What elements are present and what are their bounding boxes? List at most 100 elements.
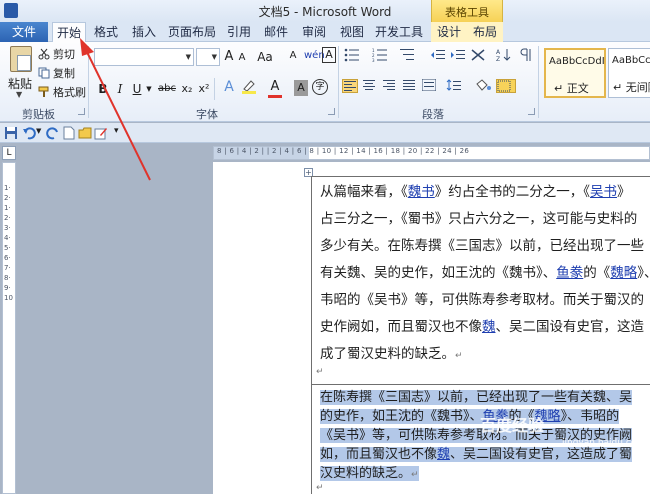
format-painter-button[interactable]: 格式刷 <box>38 84 86 100</box>
table-tools-context-group: 表格工具 <box>431 0 503 22</box>
hyperlink[interactable]: 魏 <box>482 319 496 335</box>
align-left-button[interactable] <box>342 79 358 93</box>
text-line[interactable]: 占三分之一，《蜀书》只占六分之一，这可能与史料的 <box>320 206 650 233</box>
tab-selector-icon[interactable]: L <box>2 146 16 160</box>
tab-home[interactable]: 开始 <box>52 22 86 43</box>
tab-mailings[interactable]: 邮件 <box>260 22 292 42</box>
underline-dropdown-icon[interactable]: ▼ <box>144 80 154 98</box>
clipboard-launcher-icon[interactable] <box>78 108 85 115</box>
borders-button[interactable] <box>496 79 516 93</box>
chinese-layout-icon <box>471 49 485 61</box>
watermark-url: jingyan.baidu.com <box>562 438 646 448</box>
font-launcher-icon[interactable] <box>328 108 335 115</box>
paste-dropdown-icon[interactable]: ▼ <box>16 90 22 99</box>
redo-icon[interactable] <box>46 126 60 140</box>
horizontal-ruler[interactable]: 8 | 6 | 4 | 2 | | 2 | 4 | 6 | 8 | 10 | 1… <box>213 146 650 160</box>
bold-button[interactable]: B <box>96 80 110 98</box>
quick-access-toolbar: ▼ ▾ <box>0 123 650 143</box>
tab-file[interactable]: 文件 <box>0 22 48 42</box>
hyperlink[interactable]: 魏略 <box>610 265 637 281</box>
underline-button[interactable]: U <box>130 80 144 98</box>
tab-references[interactable]: 引用 <box>223 22 255 42</box>
style-normal[interactable]: AaBbCcDdI ↵ 正文 <box>544 48 606 98</box>
paragraph-launcher-icon[interactable] <box>528 108 535 115</box>
justify-button[interactable] <box>402 79 418 93</box>
tab-review[interactable]: 审阅 <box>297 22 331 42</box>
customize-qat-icon[interactable]: ▾ <box>114 126 119 136</box>
text-line[interactable]: 韦昭的《吴书》等，可供陈寿参考取材。而关于蜀汉的 <box>320 287 650 314</box>
edit-icon[interactable] <box>94 126 108 140</box>
chinese-layout-button[interactable] <box>470 48 486 62</box>
text-line[interactable]: 史作阙如，而且蜀汉也不像魏、吴二国设有史官，这造 <box>320 314 650 341</box>
text-run: 占三分之一，《蜀书》只占六分之一，这可能与史料的 <box>320 211 638 227</box>
text-run: 在陈寿撰《三国志》以前，已经出现了一些有关魏、吴 <box>320 390 633 405</box>
style-no-spacing[interactable]: AaBbCcDd ↵ 无间隔 <box>608 48 650 98</box>
shading-button[interactable] <box>474 79 491 93</box>
align-right-button[interactable] <box>382 79 398 93</box>
text-line[interactable]: 汉史料的缺乏。↵ <box>320 464 650 485</box>
phonetic-guide-icon[interactable]: wén <box>304 47 325 65</box>
cell-paragraph-selected[interactable]: 在陈寿撰《三国志》以前，已经出现了一些有关魏、吴 的史作，如王沈的《魏书》、鱼豢的… <box>320 388 650 485</box>
text-line[interactable]: 有关魏、吴的史作，如王沈的《魏书》、鱼豢的《魏略》、 <box>320 260 650 287</box>
paragraph-mark: ↵ <box>316 483 324 493</box>
copy-button[interactable]: 复制 <box>38 65 75 81</box>
font-name-combo[interactable]: ▼ <box>94 48 194 66</box>
tab-insert[interactable]: 插入 <box>127 22 161 42</box>
table-cell[interactable]: 从篇幅来看，《魏书》约占全书的二分之一，《吴书》占三分之一，《蜀书》只占六分之一… <box>311 176 650 384</box>
hyperlink[interactable]: 魏 <box>437 447 450 462</box>
cut-button[interactable]: 剪切 <box>38 46 75 62</box>
paste-icon[interactable] <box>10 46 32 72</box>
tab-page-layout[interactable]: 页面布局 <box>166 22 218 42</box>
sort-button[interactable]: AZ <box>496 48 512 63</box>
text-effects-button[interactable]: A <box>220 78 238 96</box>
distributed-button[interactable] <box>421 78 438 93</box>
selection-highlight: 的史作，如王沈的《魏书》、鱼豢的《魏略》、韦昭的 <box>320 409 620 424</box>
text-line[interactable]: 从篇幅来看，《魏书》约占全书的二分之一，《吴书》 <box>320 179 650 206</box>
hyperlink[interactable]: 吴书 <box>590 184 617 200</box>
align-center-icon <box>363 80 375 90</box>
increase-indent-button[interactable] <box>450 48 466 62</box>
multilevel-list-icon <box>400 49 414 60</box>
grow-font-button[interactable]: A <box>222 48 236 66</box>
show-marks-button[interactable] <box>520 48 536 62</box>
enclose-char-button[interactable]: 字 <box>312 79 328 95</box>
hyperlink[interactable]: 魏书 <box>408 184 435 200</box>
font-color-swatch <box>268 95 282 98</box>
save-icon[interactable] <box>4 126 18 140</box>
tab-layout[interactable]: 布局 <box>467 22 503 42</box>
change-case-button[interactable]: Aa <box>254 48 276 66</box>
subscript-button[interactable]: x₂ <box>179 80 195 98</box>
font-group-label: 字体 <box>196 108 218 121</box>
undo-icon[interactable] <box>22 126 36 140</box>
highlight-button[interactable] <box>240 78 258 96</box>
text-line[interactable]: 在陈寿撰《三国志》以前，已经出现了一些有关魏、吴 <box>320 388 650 407</box>
italic-button[interactable]: I <box>114 80 126 98</box>
superscript-button[interactable]: x² <box>196 80 212 98</box>
vertical-ruler[interactable]: 1·2·1·2·3·4·5·6·7·8·9·10 <box>2 162 16 494</box>
char-border-icon[interactable]: A <box>322 47 336 63</box>
line-spacing-button[interactable] <box>446 79 462 93</box>
tab-view[interactable]: 视图 <box>336 22 368 42</box>
text-line[interactable]: 多少有关。在陈寿撰《三国志》以前，已经出现了一些 <box>320 233 650 260</box>
tab-developer[interactable]: 开发工具 <box>372 22 426 42</box>
align-center-button[interactable] <box>362 79 378 93</box>
undo-dropdown-icon[interactable]: ▼ <box>36 127 41 135</box>
clear-format-button[interactable]: A <box>284 47 302 65</box>
text-line[interactable]: 成了蜀汉史料的缺乏。↵ <box>320 341 650 370</box>
decrease-indent-button[interactable] <box>430 48 446 62</box>
tab-format[interactable]: 格式 <box>90 22 122 42</box>
multilevel-list-button[interactable] <box>400 48 416 62</box>
new-document-icon[interactable] <box>62 126 76 140</box>
shrink-font-button[interactable]: A <box>236 49 248 67</box>
bullets-button[interactable] <box>344 48 360 62</box>
font-size-combo[interactable]: ▼ <box>196 48 220 66</box>
font-color-button[interactable]: A <box>268 78 282 96</box>
hyperlink[interactable]: 鱼豢 <box>556 265 583 281</box>
style-name: ↵ 正文 <box>554 82 589 95</box>
char-shading-button[interactable]: A <box>294 80 308 96</box>
numbering-button[interactable]: 123 <box>372 48 388 63</box>
open-folder-icon[interactable] <box>78 126 92 140</box>
tab-design[interactable]: 设计 <box>431 22 467 42</box>
strikethrough-button[interactable]: abc <box>156 80 178 98</box>
cell-paragraph[interactable]: 从篇幅来看，《魏书》约占全书的二分之一，《吴书》占三分之一，《蜀书》只占六分之一… <box>320 179 650 370</box>
